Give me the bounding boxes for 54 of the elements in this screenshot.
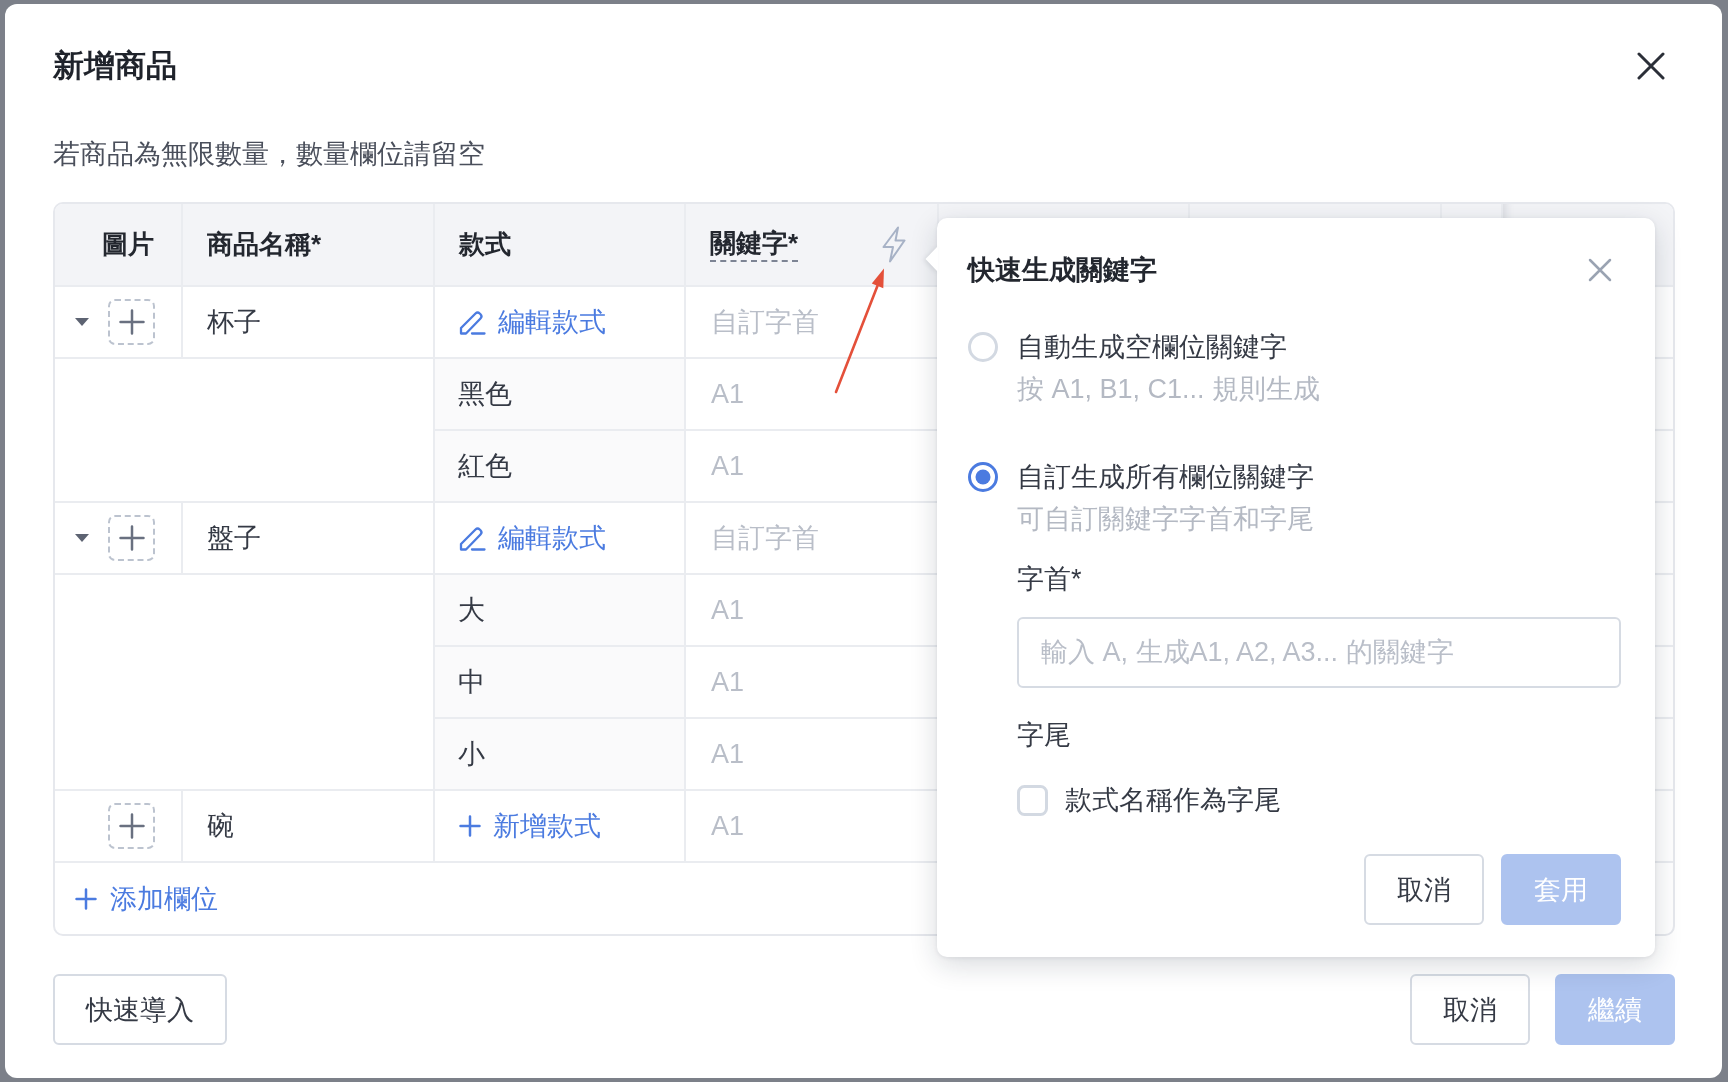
plus-icon bbox=[459, 815, 481, 837]
column-header: 圖片 bbox=[55, 204, 183, 287]
field-label: 字尾 bbox=[1017, 719, 1072, 752]
add-field-link[interactable]: 添加欄位 bbox=[75, 880, 218, 917]
keyword-field[interactable]: A1 bbox=[686, 647, 937, 717]
table-cell: 杯子 bbox=[183, 287, 435, 359]
image-upload-button[interactable] bbox=[108, 515, 155, 561]
option-description: 按 A1, B1, C1... 規則生成 bbox=[1017, 373, 1322, 406]
column-header: 商品名稱* bbox=[183, 204, 435, 287]
secondary-button[interactable]: 快速導入 bbox=[53, 974, 227, 1045]
table-cell: 黑色 bbox=[435, 359, 686, 431]
edit-style-link[interactable]: 編輯款式 bbox=[459, 520, 606, 556]
plus-icon bbox=[118, 813, 145, 839]
radio-button[interactable] bbox=[968, 462, 998, 492]
prefix-input[interactable]: 輸入 A, 生成A1, A2, A3... 的關鍵字 bbox=[1017, 617, 1621, 688]
table-cell: 碗 bbox=[183, 791, 435, 863]
pencil-icon bbox=[459, 309, 486, 335]
checkbox[interactable] bbox=[1017, 784, 1048, 816]
checkbox-label: 款式名稱作為字尾 bbox=[1065, 784, 1281, 817]
dialog-title: 新增商品 bbox=[53, 47, 177, 85]
edit-style-link[interactable]: 編輯款式 bbox=[459, 304, 606, 340]
option-label: 自訂生成所有欄位關鍵字 bbox=[1017, 461, 1315, 494]
table-cell: 盤子 bbox=[183, 503, 435, 575]
plus-icon bbox=[118, 525, 145, 551]
option-label: 自動生成空欄位關鍵字 bbox=[1017, 331, 1288, 364]
pencil-icon bbox=[459, 525, 486, 551]
keyword-field[interactable]: 自訂字首 bbox=[686, 287, 937, 357]
option-description: 可自訂關鍵字字首和字尾 bbox=[1017, 503, 1315, 536]
keyword-field[interactable]: A1 bbox=[686, 431, 937, 501]
close-icon[interactable] bbox=[1637, 52, 1665, 80]
image-upload-button[interactable] bbox=[108, 299, 155, 345]
keyword-field[interactable]: A1 bbox=[686, 791, 937, 861]
keyword-field[interactable]: 自訂字首 bbox=[686, 503, 937, 573]
table-cell: 大 bbox=[435, 575, 686, 647]
secondary-button[interactable]: 取消 bbox=[1410, 974, 1530, 1045]
plus-icon bbox=[118, 309, 145, 335]
field-label: 字首* bbox=[1017, 563, 1083, 596]
add-style-link[interactable]: 新增款式 bbox=[459, 808, 601, 844]
image-upload-button[interactable] bbox=[108, 803, 155, 849]
table-cell: 紅色 bbox=[435, 431, 686, 503]
column-header: 關鍵字* bbox=[710, 226, 799, 263]
plus-icon bbox=[75, 887, 97, 910]
popover-title: 快速生成關鍵字 bbox=[968, 254, 1157, 287]
keyword-field[interactable]: A1 bbox=[686, 719, 937, 789]
keyword-field[interactable]: A1 bbox=[686, 575, 937, 645]
keyword-field[interactable]: A1 bbox=[686, 359, 937, 429]
annotation-arrow-icon bbox=[834, 267, 886, 394]
column-header: 款式 bbox=[435, 204, 686, 287]
caret-icon[interactable] bbox=[75, 534, 89, 542]
table-cell: 中 bbox=[435, 647, 686, 719]
hint-text: 若商品為無限數量，數量欄位請留空 bbox=[53, 139, 485, 169]
caret-icon[interactable] bbox=[75, 318, 89, 326]
table-cell: 小 bbox=[435, 719, 686, 791]
secondary-button[interactable]: 取消 bbox=[1364, 854, 1484, 925]
